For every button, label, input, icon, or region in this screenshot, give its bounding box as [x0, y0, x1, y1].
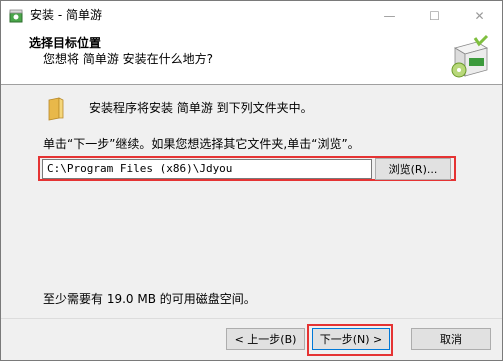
back-button[interactable]: < 上一步(B): [226, 328, 305, 350]
maximize-button[interactable]: ☐: [412, 1, 457, 30]
next-button[interactable]: 下一步(N) >: [312, 328, 390, 350]
installer-window: 安装 - 简单游 — ☐ ✕ 选择目标位置 您想将 简单游 安装在什么地方? 安…: [0, 0, 503, 361]
title-bar: 安装 - 简单游 — ☐ ✕: [1, 1, 502, 30]
close-button[interactable]: ✕: [457, 1, 502, 30]
product-box-logo-icon: [451, 34, 489, 78]
minimize-button[interactable]: —: [367, 1, 412, 30]
installer-app-icon: [9, 9, 23, 23]
footer-divider: [1, 318, 502, 319]
install-info-text: 安装程序将安装 简单游 到下列文件夹中。: [89, 101, 313, 115]
next-button-label: 下一步(N) >: [319, 333, 383, 346]
window-title: 安装 - 简单游: [30, 8, 102, 22]
install-path-input[interactable]: C:\Program Files (x86)\Jdyou: [42, 159, 372, 179]
cancel-button[interactable]: 取消: [411, 328, 491, 350]
wizard-header: 选择目标位置 您想将 简单游 安装在什么地方?: [1, 30, 502, 85]
page-title: 选择目标位置: [29, 36, 102, 50]
page-subtitle: 您想将 简单游 安装在什么地方?: [43, 52, 213, 66]
close-icon: ✕: [474, 8, 485, 23]
minimize-icon: —: [383, 8, 396, 23]
browse-button[interactable]: 浏览(R)...: [375, 158, 451, 180]
instruction-text: 单击“下一步”继续。如果您想选择其它文件夹,单击“浏览”。: [43, 137, 360, 151]
folder-icon: [48, 97, 64, 121]
disk-space-text: 至少需要有 19.0 MB 的可用磁盘空间。: [43, 292, 256, 306]
maximize-icon: ☐: [429, 8, 440, 23]
cancel-button-label: 取消: [440, 333, 462, 346]
browse-button-label: 浏览(R)...: [388, 163, 438, 176]
back-button-label: < 上一步(B): [234, 333, 297, 346]
